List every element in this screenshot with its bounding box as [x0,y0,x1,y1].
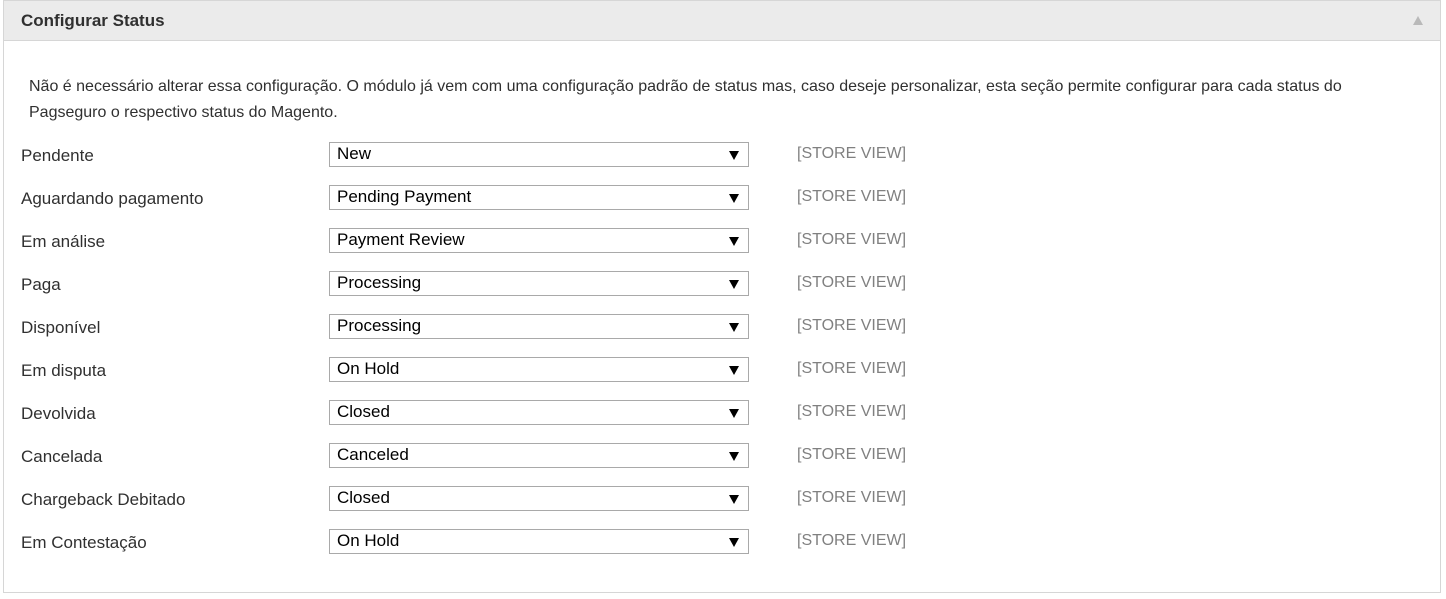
dropdown-arrow-icon [729,323,739,332]
status-select-disponivel[interactable]: Processing [329,314,749,339]
section-title: Configurar Status [21,11,165,30]
status-select-chargeback-debitado[interactable]: Closed [329,486,749,511]
dropdown-arrow-icon [729,194,739,203]
scope-label: [STORE VIEW] [797,274,907,291]
select-value: Processing [337,316,422,335]
select-value: Pending Payment [337,187,472,206]
collapse-triangle-up-icon[interactable] [1413,16,1423,25]
dropdown-arrow-icon [729,280,739,289]
status-row-devolvida: Devolvida Closed [STORE VIEW] [21,400,1021,443]
status-row-em-analise: Em análise Payment Review [STORE VIEW] [21,228,1021,271]
field-label: Em Contestação [21,533,147,552]
dropdown-arrow-icon [729,452,739,461]
status-select-aguardando-pagamento[interactable]: Pending Payment [329,185,749,210]
dropdown-arrow-icon [729,237,739,246]
field-label: Em análise [21,232,106,251]
field-label: Pendente [21,146,94,165]
select-value: Closed [337,488,390,507]
status-select-paga[interactable]: Processing [329,271,749,296]
select-value: On Hold [337,359,400,378]
scope-label: [STORE VIEW] [797,489,907,506]
scope-label: [STORE VIEW] [797,231,907,248]
status-row-em-disputa: Em disputa On Hold [STORE VIEW] [21,357,1021,400]
scope-label: [STORE VIEW] [797,145,907,162]
scope-label: [STORE VIEW] [797,403,907,420]
field-label: Chargeback Debitado [21,490,186,509]
select-value: Processing [337,273,422,292]
field-label: Cancelada [21,447,103,466]
scope-label: [STORE VIEW] [797,360,907,377]
status-row-em-contestacao: Em Contestação On Hold [STORE VIEW] [21,529,1021,572]
select-value: On Hold [337,531,400,550]
section-description: Não é necessário alterar essa configuraç… [29,78,1342,121]
status-row-pendente: Pendente New [STORE VIEW] [21,142,1021,185]
status-select-devolvida[interactable]: Closed [329,400,749,425]
status-select-cancelada[interactable]: Canceled [329,443,749,468]
dropdown-arrow-icon [729,538,739,547]
status-row-cancelada: Cancelada Canceled [STORE VIEW] [21,443,1021,486]
dropdown-arrow-icon [729,495,739,504]
status-row-aguardando-pagamento: Aguardando pagamento Pending Payment [ST… [21,185,1021,228]
field-label: Disponível [21,318,101,337]
configurar-status-section: Configurar Status Não é necessário alter… [3,0,1441,593]
status-row-chargeback-debitado: Chargeback Debitado Closed [STORE VIEW] [21,486,1021,529]
section-header[interactable]: Configurar Status [4,1,1440,41]
field-label: Paga [21,275,61,294]
scope-label: [STORE VIEW] [797,532,907,549]
field-label: Aguardando pagamento [21,189,204,208]
dropdown-arrow-icon [729,409,739,418]
status-select-em-contestacao[interactable]: On Hold [329,529,749,554]
status-select-em-disputa[interactable]: On Hold [329,357,749,382]
dropdown-arrow-icon [729,366,739,375]
select-value: Closed [337,402,390,421]
status-mapping-list: Pendente New [STORE VIEW] Aguardando pag… [21,142,1021,572]
status-row-disponivel: Disponível Processing [STORE VIEW] [21,314,1021,357]
select-value: Canceled [337,445,409,464]
select-value: New [337,144,372,163]
scope-label: [STORE VIEW] [797,446,907,463]
field-label: Devolvida [21,404,96,423]
field-label: Em disputa [21,361,107,380]
status-select-em-analise[interactable]: Payment Review [329,228,749,253]
status-select-pendente[interactable]: New [329,142,749,167]
select-value: Payment Review [337,230,465,249]
scope-label: [STORE VIEW] [797,317,907,334]
status-row-paga: Paga Processing [STORE VIEW] [21,271,1021,314]
scope-label: [STORE VIEW] [797,188,907,205]
dropdown-arrow-icon [729,151,739,160]
